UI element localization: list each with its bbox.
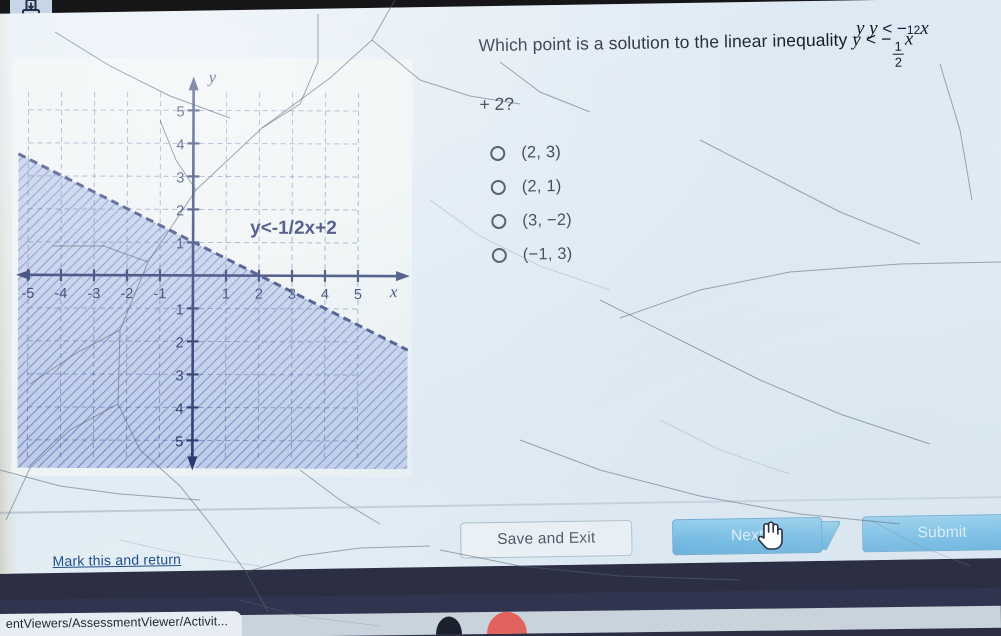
svg-text:-1: -1: [153, 286, 166, 302]
svg-text:1: 1: [176, 302, 184, 318]
footer-button-row: Save and Exit Next Submit: [460, 513, 1001, 559]
svg-text:-2: -2: [120, 286, 133, 302]
question-prefix: Which point is a solution to the linear …: [478, 29, 853, 56]
radio-button-icon[interactable]: [491, 247, 507, 263]
answer-options: (2, 3) (2, 1) (3, −2) (−1, 3): [486, 131, 818, 272]
svg-text:2: 2: [255, 287, 263, 303]
svg-text:2: 2: [176, 203, 184, 219]
svg-text:3: 3: [176, 170, 184, 186]
option-row[interactable]: (2, 3): [486, 131, 816, 170]
svg-text:5: 5: [354, 287, 362, 303]
inequality-graph: y x -5 -4 -3 -2 -1 1 2 3 4 5 5 4 3 2 1 1…: [11, 57, 413, 478]
svg-text:-4: -4: [54, 286, 67, 302]
svg-text:1: 1: [176, 236, 184, 252]
svg-text:-5: -5: [21, 286, 34, 302]
submit-button[interactable]: Submit: [861, 513, 1001, 553]
question-fraction: 12: [892, 38, 905, 70]
x-axis-label: x: [389, 282, 398, 301]
svg-text:4: 4: [176, 137, 184, 153]
option-label: (−1, 3): [522, 244, 573, 264]
question-line-2: + 2?: [479, 93, 515, 115]
svg-text:3: 3: [176, 368, 184, 384]
option-label: (3, −2): [522, 210, 572, 230]
option-label: (2, 3): [521, 142, 562, 162]
option-row[interactable]: (3, −2): [487, 199, 817, 238]
footer-divider: [0, 495, 1001, 514]
option-label: (2, 1): [521, 176, 562, 196]
graph-svg: y x -5 -4 -3 -2 -1 1 2 3 4 5 5 4 3 2 1 1…: [15, 67, 410, 471]
assessment-page: Which point is a solution to the linear …: [0, 0, 1001, 574]
fraction-numerator: 1: [894, 38, 902, 54]
top-formula-echo: y y < −12x: [856, 18, 929, 39]
svg-text:2: 2: [176, 335, 184, 351]
svg-text:1: 1: [222, 287, 230, 303]
svg-text:4: 4: [321, 287, 329, 303]
option-row[interactable]: (2, 1): [487, 165, 817, 204]
taskbar-item-assessment-viewer[interactable]: entViewers/AssessmentViewer/Activit...: [0, 611, 243, 636]
radio-button-icon[interactable]: [491, 213, 507, 229]
option-row[interactable]: (−1, 3): [488, 233, 818, 272]
mark-this-and-return-link[interactable]: Mark this and return: [52, 551, 181, 569]
fraction-denominator: 2: [892, 53, 905, 70]
taskbar: entViewers/AssessmentViewer/Activit...: [0, 587, 1001, 636]
hand-cursor-icon: [757, 521, 783, 550]
svg-text:4: 4: [175, 401, 183, 417]
svg-text:3: 3: [288, 287, 296, 303]
solution-region: [17, 153, 408, 470]
next-button[interactable]: Next: [672, 516, 823, 556]
svg-text:-3: -3: [87, 286, 100, 302]
svg-text:5: 5: [175, 434, 183, 450]
y-axis-label: y: [207, 67, 217, 86]
inequality-annotation: y<-1/2x+2: [250, 218, 337, 239]
screen-photo: Which point is a solution to the linear …: [0, 0, 1001, 636]
save-and-exit-button[interactable]: Save and Exit: [460, 519, 633, 559]
radio-button-icon[interactable]: [490, 179, 506, 195]
svg-text:5: 5: [176, 104, 184, 120]
radio-button-icon[interactable]: [490, 145, 506, 161]
